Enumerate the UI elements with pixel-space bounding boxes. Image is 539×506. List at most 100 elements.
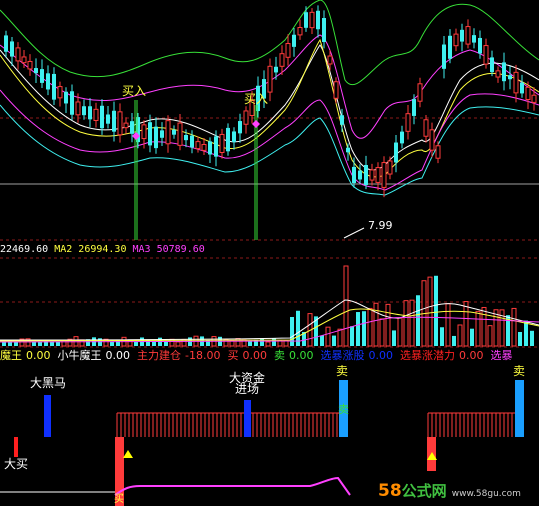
candle-body[interactable] — [267, 65, 273, 93]
candle-body[interactable] — [243, 110, 249, 125]
volume-panel[interactable] — [0, 257, 539, 348]
candle-body[interactable] — [453, 33, 459, 47]
candle-body[interactable] — [232, 131, 236, 143]
candle-body[interactable] — [195, 141, 201, 150]
candle-body[interactable] — [429, 129, 435, 151]
indicator-header-value: 0.00 — [458, 349, 484, 362]
candle-body[interactable] — [423, 119, 429, 137]
candle-body[interactable] — [88, 106, 92, 120]
candle-body[interactable] — [10, 41, 14, 57]
candle-body[interactable] — [531, 94, 537, 103]
candle-body[interactable] — [100, 105, 104, 129]
candle-body[interactable] — [219, 133, 225, 154]
volume-bar — [524, 320, 528, 346]
candle-body[interactable] — [387, 160, 393, 175]
candle-body[interactable] — [369, 169, 375, 181]
candle-body[interactable] — [190, 135, 194, 148]
candle-body[interactable] — [208, 141, 212, 155]
candle-body[interactable] — [274, 66, 278, 73]
candle-body[interactable] — [340, 115, 344, 125]
candle-body[interactable] — [148, 122, 152, 146]
candle-body[interactable] — [346, 147, 350, 153]
candle-body[interactable] — [154, 126, 158, 149]
volume-bar — [265, 341, 271, 347]
candle-body[interactable] — [52, 73, 56, 100]
candle-body[interactable] — [123, 122, 129, 129]
candle-body[interactable] — [184, 135, 188, 141]
candle-body[interactable] — [75, 101, 81, 116]
candle-body[interactable] — [352, 166, 356, 184]
candle-body[interactable] — [165, 120, 171, 145]
candle-body[interactable] — [214, 136, 218, 157]
main-force-histogram — [116, 412, 521, 437]
candle-body[interactable] — [394, 142, 398, 163]
candle-body[interactable] — [46, 73, 50, 90]
candle-body[interactable] — [93, 108, 99, 121]
candle-body[interactable] — [40, 69, 44, 83]
candle-body[interactable] — [316, 10, 320, 30]
candle-body[interactable] — [177, 122, 183, 146]
candle-body[interactable] — [130, 121, 134, 134]
candle-body[interactable] — [297, 27, 303, 36]
candle-body[interactable] — [15, 47, 21, 62]
candle-body[interactable] — [309, 11, 315, 29]
candle-body[interactable] — [201, 143, 207, 151]
candle-body[interactable] — [400, 131, 404, 144]
candle-body[interactable] — [472, 35, 476, 43]
candle-body[interactable] — [27, 60, 33, 70]
indicator-header-label: 小牛魔王 — [57, 349, 102, 362]
candle-body[interactable] — [381, 162, 387, 188]
price-panel[interactable] — [0, 0, 539, 241]
volume-bar — [434, 275, 438, 346]
candle-body[interactable] — [460, 29, 464, 42]
candle-body[interactable] — [64, 91, 68, 104]
candle-body[interactable] — [520, 82, 524, 94]
candle-body[interactable] — [465, 26, 471, 45]
candle-body[interactable] — [172, 129, 176, 135]
candle-body[interactable] — [238, 121, 242, 134]
big-black-horse-bar — [44, 395, 51, 437]
candle-body[interactable] — [478, 37, 482, 54]
candle-body[interactable] — [117, 111, 123, 136]
candle-body[interactable] — [483, 45, 489, 65]
candle-body[interactable] — [417, 83, 423, 102]
candle-body[interactable] — [448, 35, 452, 59]
candle-body[interactable] — [112, 110, 116, 132]
candle-body[interactable] — [279, 53, 285, 67]
candle-body[interactable] — [70, 91, 74, 115]
candle-body[interactable] — [226, 127, 230, 152]
candle-body[interactable] — [412, 99, 416, 116]
candle-body[interactable] — [292, 34, 296, 47]
candle-body[interactable] — [327, 55, 333, 65]
candle-body[interactable] — [508, 75, 512, 80]
candle-body[interactable] — [495, 70, 501, 78]
candle-body[interactable] — [435, 145, 441, 159]
candle-body[interactable] — [82, 106, 86, 116]
candle-body[interactable] — [4, 35, 8, 52]
candle-body[interactable] — [513, 71, 519, 94]
candlesticks[interactable] — [4, 5, 537, 198]
candle-body[interactable] — [285, 43, 291, 58]
candle-body[interactable] — [160, 130, 164, 138]
candle-body[interactable] — [21, 56, 27, 64]
buy-label-1: 买入 — [122, 84, 147, 98]
indicator-header-value: 0.00 — [242, 349, 267, 362]
candle-body[interactable] — [490, 57, 494, 73]
candle-body[interactable] — [34, 68, 38, 74]
candle-body[interactable] — [322, 18, 326, 42]
candle-body[interactable] — [405, 113, 411, 132]
candle-body[interactable] — [358, 170, 362, 180]
candle-body[interactable] — [106, 114, 110, 124]
candle-body[interactable] — [57, 86, 63, 99]
candle-body[interactable] — [304, 12, 308, 28]
sell-bar-2 — [515, 380, 524, 437]
candle-body[interactable] — [525, 86, 531, 100]
indicator-header-value: -18.00 — [185, 349, 221, 362]
candle-body[interactable] — [502, 62, 506, 82]
volume-bar — [164, 341, 168, 346]
candle-body[interactable] — [364, 164, 368, 186]
candle-body[interactable] — [141, 124, 147, 140]
candle-body[interactable] — [375, 167, 381, 183]
candle-body[interactable] — [333, 81, 339, 99]
candle-body[interactable] — [442, 44, 446, 69]
